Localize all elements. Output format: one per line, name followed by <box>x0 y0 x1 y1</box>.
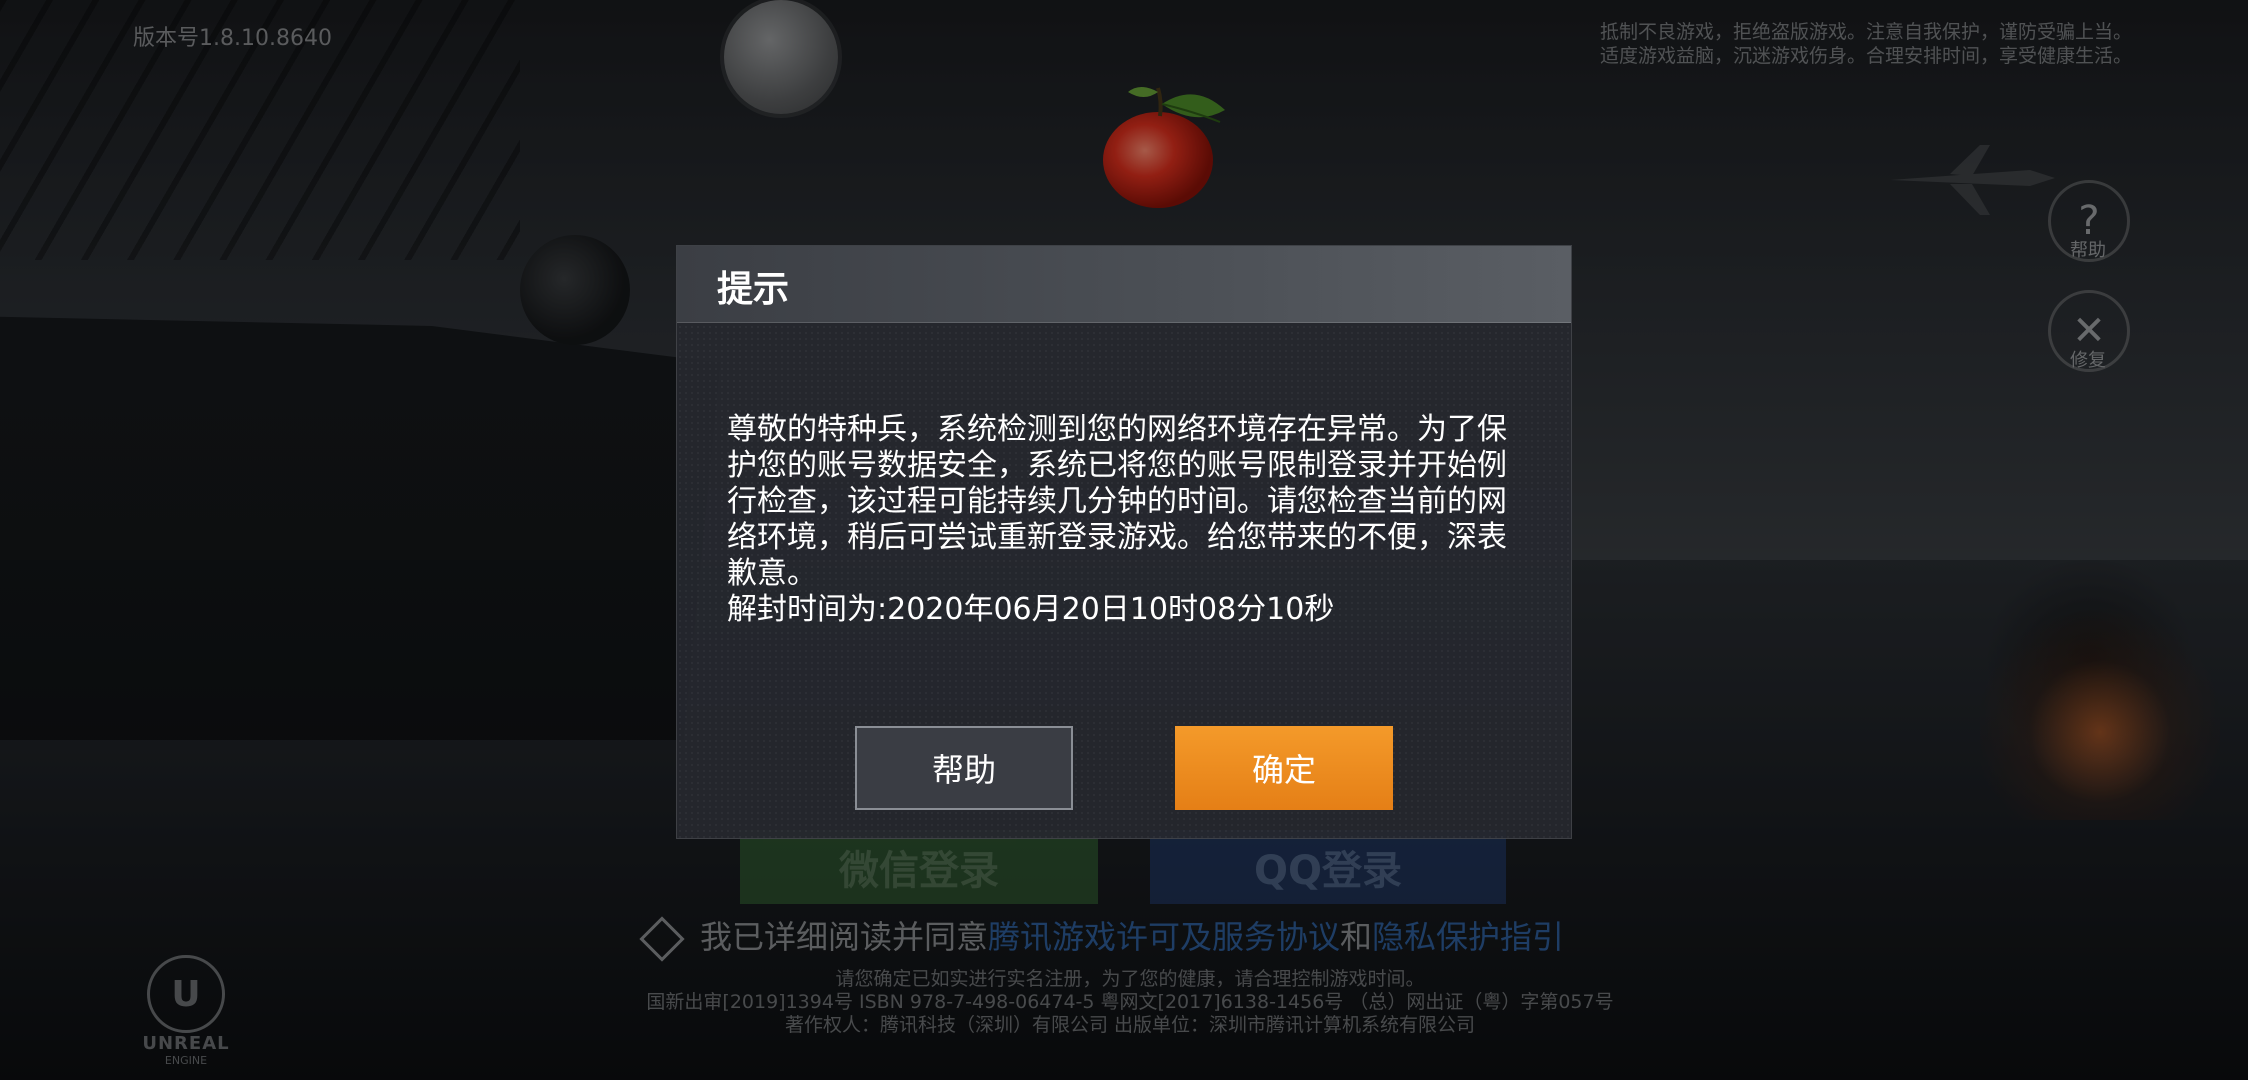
notice-dialog: 提示 尊敬的特种兵，系统检测到您的网络环境存在异常。为了保护您的账号数据安全，系… <box>676 245 1572 839</box>
unlock-time-label: 解封时间为: <box>727 592 888 627</box>
dialog-message-text: 尊敬的特种兵，系统检测到您的网络环境存在异常。为了保护您的账号数据安全，系统已将… <box>727 412 1507 591</box>
dialog-confirm-button[interactable]: 确定 <box>1175 726 1393 810</box>
unlock-time-value: 2020年06月20日10时08分10秒 <box>887 592 1335 627</box>
unlock-time-row: 解封时间为:2020年06月20日10时08分10秒 <box>727 592 1527 628</box>
dialog-header: 提示 <box>677 246 1571 323</box>
dialog-title: 提示 <box>717 269 790 310</box>
dialog-help-label: 帮助 <box>931 751 996 789</box>
dialog-message: 尊敬的特种兵，系统检测到您的网络环境存在异常。为了保护您的账号数据安全，系统已将… <box>727 412 1527 628</box>
dialog-confirm-label: 确定 <box>1251 751 1316 789</box>
dialog-help-button[interactable]: 帮助 <box>855 726 1073 810</box>
